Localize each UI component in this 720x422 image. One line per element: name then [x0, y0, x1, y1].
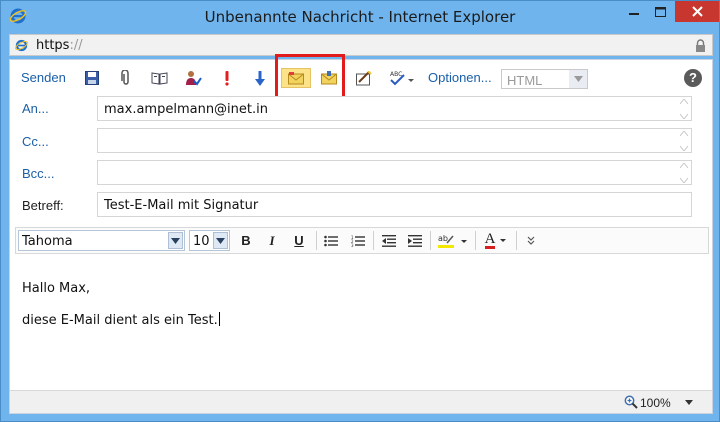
options-button[interactable]: Optionen...: [428, 70, 492, 85]
font-size-select[interactable]: 10: [189, 230, 230, 251]
body-line-2: diese E-Mail dient als ein Test.: [22, 312, 220, 328]
save-icon[interactable]: [83, 69, 101, 87]
svg-text:ab: ab: [438, 234, 448, 243]
minimize-button[interactable]: [621, 1, 647, 22]
toolbar-divider: [316, 231, 317, 250]
bcc-field[interactable]: [97, 160, 692, 185]
toolbar-divider: [516, 231, 517, 250]
format-select-value: HTML: [507, 73, 543, 88]
bold-button[interactable]: B: [236, 231, 256, 250]
permissions-icon[interactable]: [320, 69, 338, 87]
font-select[interactable]: Tahoma: [18, 230, 185, 251]
svg-text:ABC: ABC: [390, 71, 402, 78]
compose-toolbar: Senden ABC Optionen... HTML ?: [10, 54, 712, 99]
font-size-value: 10: [193, 234, 210, 249]
field-scroll-arrows: [679, 99, 689, 119]
address-bar[interactable]: https://: [9, 34, 713, 56]
insert-image-icon[interactable]: [355, 69, 373, 87]
chevron-down-icon: [168, 232, 183, 249]
format-select[interactable]: HTML: [501, 69, 588, 89]
address-protocol: https: [36, 38, 70, 53]
close-icon: [691, 6, 703, 17]
formatting-toolbar: Tahoma 10 B I U 123 ab A: [15, 227, 709, 254]
chevron-down-icon[interactable]: [684, 395, 694, 409]
cc-field[interactable]: [97, 128, 692, 153]
address-url: https://: [36, 38, 83, 53]
subject-field-value: Test-E-Mail mit Signatur: [104, 198, 259, 213]
importance-high-icon[interactable]: [218, 69, 236, 87]
chevron-down-icon: [569, 70, 587, 88]
to-field-value: max.ampelmann@inet.in: [104, 102, 268, 117]
address-rest: ://: [69, 38, 83, 53]
field-scroll-arrows: [679, 131, 689, 151]
lock-icon: [696, 39, 705, 52]
maximize-button[interactable]: [647, 1, 673, 22]
maximize-icon: [654, 6, 666, 17]
body-line-1: Hallo Max,: [22, 281, 91, 296]
to-field[interactable]: max.ampelmann@inet.in: [97, 96, 692, 121]
status-bar: 100%: [10, 390, 712, 413]
title-bar: Unbenannte Nachricht - Internet Explorer: [1, 1, 719, 31]
browser-window: Unbenannte Nachricht - Internet Explorer…: [0, 0, 720, 422]
importance-low-icon[interactable]: [251, 69, 269, 87]
zoom-level[interactable]: 100%: [640, 396, 671, 410]
toolbar-divider: [475, 231, 476, 250]
numbered-list-icon[interactable]: 123: [348, 231, 368, 250]
cc-label-button[interactable]: Cc...: [22, 134, 49, 149]
subject-label: Betreff:: [22, 198, 64, 213]
spell-check-icon[interactable]: ABC: [389, 69, 415, 87]
svg-text:3: 3: [351, 243, 354, 247]
address-book-icon[interactable]: [150, 69, 168, 87]
font-select-value: Tahoma: [22, 234, 73, 249]
check-names-icon[interactable]: [184, 69, 202, 87]
signature-icon[interactable]: [281, 68, 311, 88]
font-color-label: A: [484, 231, 496, 249]
chevron-down-icon: [213, 232, 228, 249]
minimize-icon: [629, 12, 639, 15]
window-title: Unbenannte Nachricht - Internet Explorer: [204, 8, 516, 26]
bcc-label-button[interactable]: Bcc...: [22, 166, 55, 181]
font-color-icon[interactable]: A: [481, 231, 513, 250]
compose-form: Senden ABC Optionen... HTML ? An... max.…: [9, 54, 713, 414]
increase-indent-icon[interactable]: [405, 231, 425, 250]
zoom-icon[interactable]: [624, 395, 638, 409]
field-scroll-arrows: [679, 163, 689, 183]
send-button[interactable]: Senden: [21, 70, 66, 85]
decrease-indent-icon[interactable]: [379, 231, 399, 250]
toolbar-divider: [430, 231, 431, 250]
internet-explorer-icon: [15, 39, 28, 52]
bullet-list-icon[interactable]: [321, 231, 341, 250]
text-caret: [218, 312, 220, 326]
body-line-2-text: diese E-Mail dient als ein Test.: [22, 313, 218, 328]
message-body[interactable]: Hallo Max, diese E-Mail dient als ein Te…: [10, 257, 712, 389]
subject-field[interactable]: Test-E-Mail mit Signatur: [97, 192, 692, 217]
italic-button[interactable]: I: [262, 231, 282, 250]
highlight-color-icon[interactable]: ab: [436, 231, 472, 250]
help-icon[interactable]: ?: [684, 69, 702, 87]
close-button[interactable]: [675, 1, 719, 22]
attach-icon[interactable]: [117, 69, 135, 87]
to-label-button[interactable]: An...: [22, 101, 49, 116]
expand-toolbar-icon[interactable]: [521, 231, 541, 250]
underline-button[interactable]: U: [289, 231, 309, 250]
toolbar-divider: [373, 231, 374, 250]
